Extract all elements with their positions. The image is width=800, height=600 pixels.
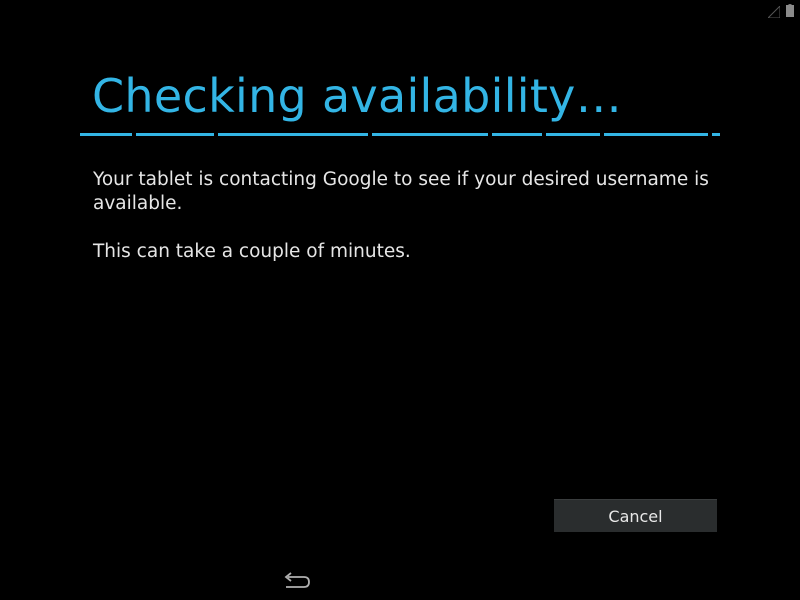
back-icon[interactable] (280, 572, 312, 592)
page-title: Checking availability… (92, 69, 623, 123)
status-message: Your tablet is contacting Google to see … (93, 169, 709, 214)
setup-screen: Checking availability… Your tablet is co… (0, 0, 800, 600)
signal-icon (766, 3, 781, 19)
navigation-bar (0, 562, 800, 600)
duration-message: This can take a couple of minutes. (93, 241, 411, 262)
battery-icon (786, 2, 794, 17)
progress-divider (80, 133, 720, 136)
cancel-button[interactable]: Cancel (554, 499, 717, 532)
status-bar (0, 0, 800, 19)
